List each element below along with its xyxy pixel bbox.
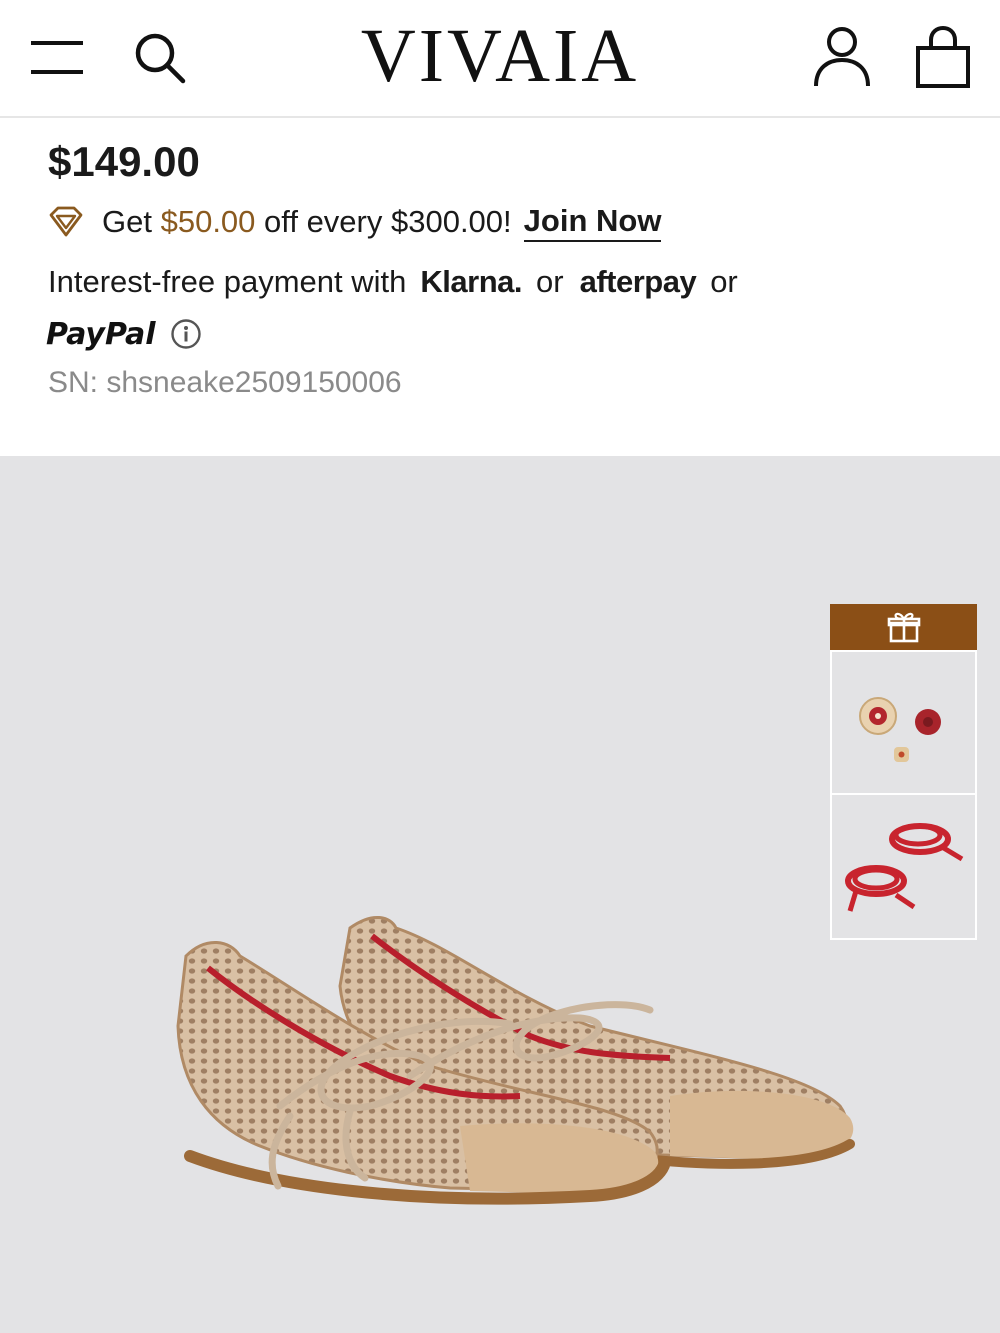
site-header: VIVAIA bbox=[0, 0, 1000, 118]
payment-or-2: or bbox=[710, 264, 738, 299]
search-icon bbox=[135, 33, 186, 84]
diamond-icon bbox=[48, 206, 84, 238]
product-sn: SN: shsneake2509150006 bbox=[48, 366, 402, 399]
product-info: $149.00 Get $50.00 off every $300.00! Jo… bbox=[0, 120, 1000, 456]
klarna-logo[interactable]: Klarna. bbox=[420, 264, 522, 300]
hamburger-menu-icon bbox=[31, 41, 83, 74]
afterpay-logo[interactable]: afterpay bbox=[580, 264, 697, 300]
brand-logo[interactable]: VIVAIA bbox=[300, 14, 700, 98]
payment-prefix: Interest-free payment with bbox=[48, 264, 407, 299]
promo-suffix: off every $300.00! bbox=[264, 204, 512, 239]
promo-amount: $50.00 bbox=[160, 204, 256, 239]
gift-thumb-shoe-charms[interactable] bbox=[830, 650, 977, 795]
menu-button[interactable] bbox=[26, 30, 88, 84]
product-shoes-illustration bbox=[176, 916, 855, 1205]
promo-prefix: Get bbox=[102, 204, 152, 239]
user-account-icon bbox=[814, 27, 870, 87]
paypal-logo[interactable]: PayPal bbox=[46, 317, 156, 352]
shopping-bag-icon bbox=[916, 25, 970, 88]
membership-promo: Get $50.00 off every $300.00! Join Now bbox=[48, 200, 662, 244]
shopping-bag-button[interactable] bbox=[910, 22, 976, 92]
join-now-link[interactable]: Join Now bbox=[523, 202, 662, 242]
gift-icon bbox=[887, 612, 920, 643]
payment-or-1: or bbox=[536, 264, 564, 299]
payment-options: Interest-free payment with Klarna. or af… bbox=[48, 260, 738, 304]
gift-panel bbox=[830, 604, 977, 941]
account-button[interactable] bbox=[808, 22, 876, 92]
info-icon[interactable] bbox=[170, 318, 202, 350]
gift-header[interactable] bbox=[830, 604, 977, 650]
search-button[interactable] bbox=[128, 26, 192, 90]
product-image[interactable] bbox=[0, 456, 1000, 1333]
product-price: $149.00 bbox=[48, 138, 200, 185]
shoe-charms-image bbox=[859, 697, 941, 762]
payment-options-line-2: PayPal bbox=[46, 312, 202, 356]
